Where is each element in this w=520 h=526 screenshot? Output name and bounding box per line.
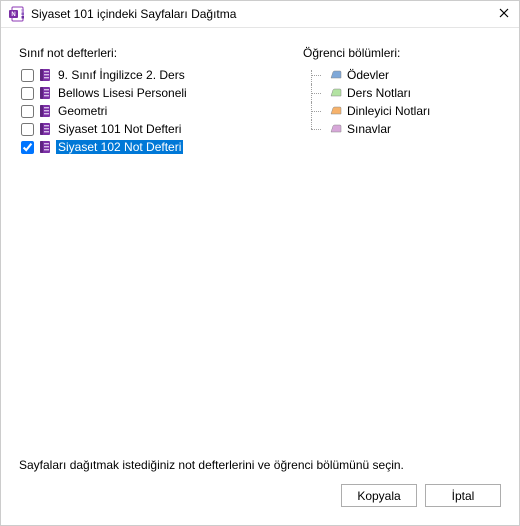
- sections-header: Öğrenci bölümleri:: [303, 46, 501, 60]
- notebooks-column: Sınıf not defterleri: 9. Sınıf İngilizce…: [19, 46, 279, 440]
- notebook-item[interactable]: Geometri: [19, 102, 279, 120]
- tree-line-icon: [303, 84, 325, 102]
- onenote-icon: N: [9, 6, 25, 22]
- section-tab-icon: [329, 124, 343, 134]
- notebook-icon: [38, 140, 52, 154]
- sections-tree: Ödevler Ders Notları Dinleyici Notları Sına…: [303, 66, 501, 440]
- section-item[interactable]: Ders Notları: [303, 84, 501, 102]
- section-item[interactable]: Sınavlar: [303, 120, 501, 138]
- notebook-label: 9. Sınıf İngilizce 2. Ders: [56, 68, 187, 82]
- notebook-icon: [38, 104, 52, 118]
- notebook-icon: [38, 122, 52, 136]
- notebook-item[interactable]: 9. Sınıf İngilizce 2. Ders: [19, 66, 279, 84]
- notebook-checkbox[interactable]: [21, 105, 34, 118]
- notebook-checkbox[interactable]: [21, 69, 34, 82]
- instruction-text: Sayfaları dağıtmak istediğiniz not defte…: [1, 448, 519, 484]
- section-tab-icon: [329, 88, 343, 98]
- close-icon: [499, 7, 509, 21]
- notebook-label: Bellows Lisesi Personeli: [56, 86, 189, 100]
- titlebar: N Siyaset 101 içindeki Sayfaları Dağıtma: [1, 1, 519, 28]
- svg-text:N: N: [11, 12, 15, 18]
- notebook-item[interactable]: Bellows Lisesi Personeli: [19, 84, 279, 102]
- notebook-checkbox[interactable]: [21, 141, 34, 154]
- tree-line-icon: [303, 66, 325, 84]
- section-tab-icon: [329, 106, 343, 116]
- copy-button[interactable]: Kopyala: [341, 484, 417, 507]
- notebook-icon: [38, 86, 52, 100]
- section-item[interactable]: Dinleyici Notları: [303, 102, 501, 120]
- notebook-checkbox[interactable]: [21, 87, 34, 100]
- notebook-item[interactable]: Siyaset 101 Not Defteri: [19, 120, 279, 138]
- dialog-title: Siyaset 101 içindeki Sayfaları Dağıtma: [31, 7, 495, 21]
- dialog-buttons: Kopyala İptal: [1, 484, 519, 525]
- section-label: Dinleyici Notları: [347, 104, 430, 118]
- notebooks-list: 9. Sınıf İngilizce 2. Ders Bellows Lisesi…: [19, 66, 279, 440]
- tree-line-icon: [303, 102, 325, 120]
- notebook-checkbox[interactable]: [21, 123, 34, 136]
- notebook-label: Siyaset 101 Not Defteri: [56, 122, 183, 136]
- notebook-item[interactable]: Siyaset 102 Not Defteri: [19, 138, 279, 156]
- sections-column: Öğrenci bölümleri: Ödevler Ders Notları Di…: [303, 46, 501, 440]
- section-item[interactable]: Ödevler: [303, 66, 501, 84]
- section-label: Ödevler: [347, 68, 389, 82]
- close-button[interactable]: [495, 5, 513, 23]
- cancel-button[interactable]: İptal: [425, 484, 501, 507]
- tree-line-icon: [303, 120, 325, 138]
- distribute-pages-dialog: N Siyaset 101 içindeki Sayfaları Dağıtma…: [0, 0, 520, 526]
- section-tab-icon: [329, 70, 343, 80]
- section-label: Sınavlar: [347, 122, 391, 136]
- section-label: Ders Notları: [347, 86, 411, 100]
- notebook-icon: [38, 68, 52, 82]
- notebooks-header: Sınıf not defterleri:: [19, 46, 279, 60]
- dialog-content: Sınıf not defterleri: 9. Sınıf İngilizce…: [1, 28, 519, 448]
- notebook-label: Siyaset 102 Not Defteri: [56, 140, 183, 154]
- notebook-label: Geometri: [56, 104, 109, 118]
